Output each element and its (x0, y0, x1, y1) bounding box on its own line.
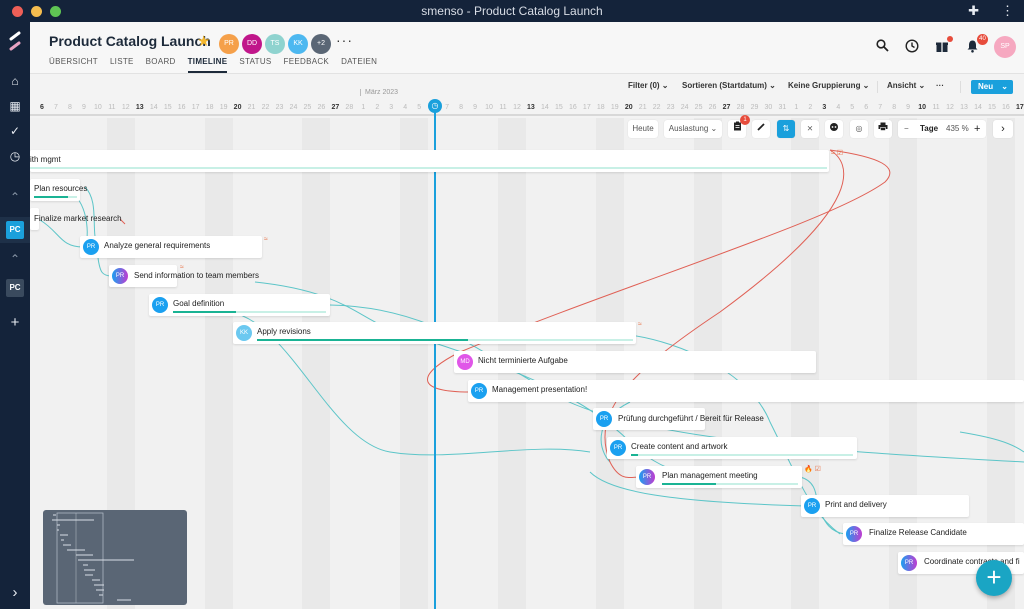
task-bar[interactable]: KK Apply revisions (233, 322, 636, 344)
zoom-unit[interactable]: Tage (920, 120, 938, 138)
task-label: Print and delivery (825, 500, 887, 509)
zoom-level: 435 % (946, 124, 969, 133)
task-label: Goal definition (173, 299, 225, 308)
task-label: Nicht terminierte Aufgabe (478, 356, 568, 365)
tasks-check-icon[interactable]: ✓ (0, 124, 30, 138)
today-marker-icon[interactable]: ◷ (428, 99, 442, 113)
task-label: Send information to team members (134, 271, 259, 280)
task-label: Finalize Release Candidate (869, 528, 967, 537)
assignee-avatar: PR (610, 440, 626, 456)
task-progress (257, 339, 633, 341)
assignee-avatar: PR (846, 526, 862, 542)
priority-icon: ≈ (180, 264, 184, 271)
project-pc-active[interactable]: PC (0, 217, 30, 243)
task-bar[interactable]: PR Analyze general requirements (80, 236, 262, 258)
task-label: ith mgmt (30, 155, 61, 164)
zoom-in-button[interactable]: + (974, 120, 980, 138)
dependencies-toggle-icon[interactable]: ⇅ (777, 120, 795, 138)
zoom-control: − Tage 435 % + (898, 120, 986, 138)
sidebar: ⌂ ▦ ✓ ◷ ⌃ PC ⌃ PC + › (0, 22, 30, 609)
today-line (434, 102, 436, 609)
priority-icon: ≈ (264, 236, 268, 243)
extension-icon[interactable]: ✚ (968, 3, 979, 19)
task-label: Finalize market research (34, 214, 122, 223)
task-bar[interactable]: PR Create content and artwork (607, 437, 857, 459)
task-label: Create content and artwork (631, 442, 728, 451)
utilization-dropdown[interactable]: Auslastung ⌄ (664, 120, 722, 138)
assignee-avatar: PR (112, 268, 128, 284)
task-bar[interactable]: ith mgmt (30, 150, 829, 172)
main-area: Product Catalog Launch ★ PR DD TS KK +2 … (30, 22, 1024, 609)
dependency-link (959, 431, 1024, 453)
chevron-up-icon[interactable]: ⌃ (0, 190, 30, 204)
zoom-out-button[interactable]: − (904, 120, 909, 138)
task-bar[interactable]: PR Plan management meeting (636, 466, 802, 488)
assignee-avatar: PR (901, 555, 917, 571)
print-icon[interactable] (874, 120, 892, 138)
task-label: Prüfung durchgeführt / Bereit für Releas… (618, 414, 764, 423)
kebab-menu-icon[interactable]: ⋮ (1001, 3, 1014, 19)
expand-chevron-icon[interactable]: › (0, 584, 30, 601)
window-titlebar: smenso - Product Catalog Launch ✚ ⋮ (0, 0, 1024, 22)
task-progress (662, 483, 798, 485)
dashboard-icon[interactable]: ▦ (0, 99, 30, 113)
task-progress (631, 454, 853, 456)
assignee-avatar: MD (457, 354, 473, 370)
task-label: Plan management meeting (662, 471, 758, 480)
minimap[interactable] (43, 510, 187, 605)
task-progress (30, 167, 827, 169)
chevron-up-icon[interactable]: ⌃ (0, 252, 30, 266)
task-progress (34, 196, 77, 198)
assignee-avatar: PR (83, 239, 99, 255)
history-clock-icon[interactable]: ◷ (0, 149, 30, 163)
dependency-link (39, 219, 84, 248)
assignee-avatar: PR (596, 411, 612, 427)
task-bar[interactable]: PR Goal definition (149, 294, 330, 316)
task-bar[interactable]: MD Nicht terminierte Aufgabe (454, 351, 816, 373)
task-bar[interactable]: PR Finalize Release Candidate (843, 523, 1024, 545)
assignee-avatar: PR (152, 297, 168, 313)
priority-icon: ≈ (638, 321, 642, 328)
minimap-preview (52, 512, 134, 604)
project-badge: PC (6, 279, 24, 297)
project-badge: PC (6, 221, 24, 239)
brush-icon[interactable] (752, 120, 770, 138)
add-icon[interactable]: + (0, 314, 30, 331)
collapse-icon[interactable]: ⨯ (801, 120, 819, 138)
assignee-avatar: PR (471, 383, 487, 399)
task-bar[interactable]: Plan resources (30, 179, 87, 201)
task-flags-icon: ≈ ☑ (831, 150, 844, 157)
today-button[interactable]: Heute (628, 120, 658, 138)
clipboard-icon[interactable]: 1 (728, 115, 750, 138)
task-progress (173, 311, 326, 313)
assignee-avatar: KK (236, 325, 252, 341)
task-flags-icon: 🔥 ☑ (804, 466, 821, 473)
home-icon[interactable]: ⌂ (0, 74, 30, 88)
robot-icon[interactable] (825, 120, 843, 138)
assignee-avatar: PR (804, 498, 820, 514)
task-label: Plan resources (34, 184, 88, 193)
add-task-fab[interactable]: + (976, 560, 1012, 596)
app-logo[interactable] (0, 30, 30, 55)
project-pc[interactable]: PC (0, 279, 30, 297)
window-title: smenso - Product Catalog Launch (421, 4, 603, 18)
task-bar[interactable]: PR Print and delivery (801, 495, 969, 517)
task-label: Management presentation! (492, 385, 588, 394)
next-button[interactable]: › (993, 120, 1013, 138)
task-label: Analyze general requirements (104, 241, 211, 250)
assignee-avatar: PR (639, 469, 655, 485)
task-label: Apply revisions (257, 327, 311, 336)
clipboard-badge: 1 (740, 115, 750, 125)
task-bar[interactable]: PR Management presentation! (468, 380, 1024, 402)
target-icon[interactable]: ◎ (850, 120, 868, 138)
